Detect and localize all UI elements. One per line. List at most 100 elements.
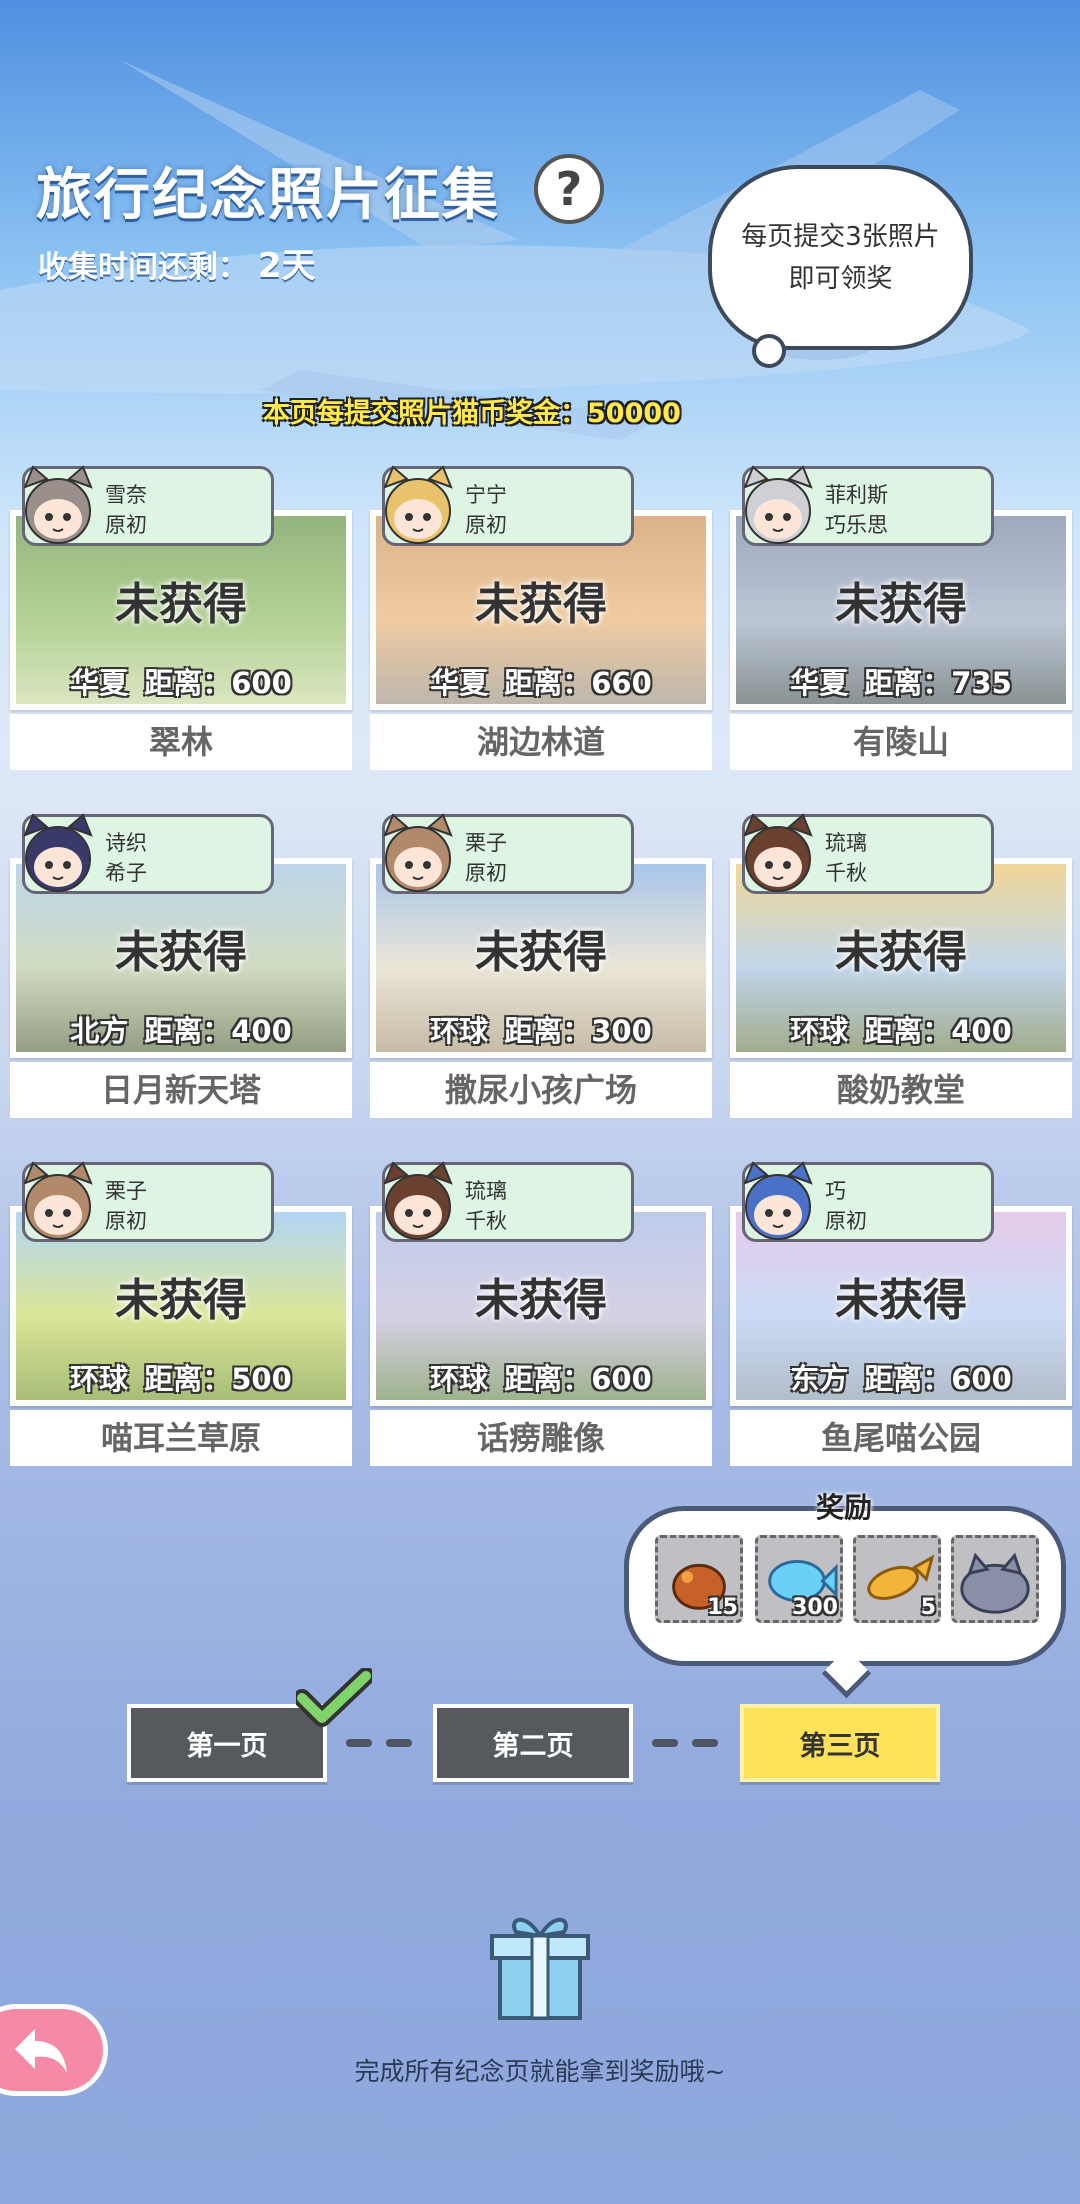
character-tag: 宁宁 原初 (382, 465, 634, 546)
photo-card[interactable]: 未获得 环球 距离：500 喵耳兰草原 栗子 原初 (10, 1161, 352, 1466)
distance-label: 距离：600 (144, 666, 292, 700)
distance-label: 距离：600 (864, 1362, 1012, 1396)
hint-line-2: 即可领奖 (788, 263, 893, 294)
character-avatar (23, 813, 93, 892)
photo-card[interactable]: 未获得 华夏 距离：735 有陵山 菲利斯 巧乐思 (730, 465, 1072, 770)
distance-info: 北方 距离：400 (16, 1008, 346, 1050)
character-tag: 诗织 希子 (22, 813, 274, 894)
character-tag: 菲利斯 巧乐思 (742, 465, 994, 546)
region-label: 东方 (790, 1362, 849, 1396)
distance-info: 环球 距离：600 (376, 1356, 706, 1398)
distance-info: 环球 距离：500 (16, 1356, 346, 1398)
photo-card[interactable]: 未获得 东方 距离：600 鱼尾喵公园 巧 原初 (730, 1161, 1072, 1466)
page-divider (692, 1739, 718, 1747)
status-label: 未获得 (115, 927, 247, 978)
character-outfit: 原初 (105, 513, 147, 537)
distance-info: 华夏 距离：735 (736, 660, 1066, 702)
photo-card[interactable]: 未获得 环球 距离：300 撒尿小孩广场 栗子 原初 (370, 813, 712, 1118)
reward-count: 15 (707, 1595, 738, 1620)
character-tag: 雪奈 原初 (22, 465, 274, 546)
place-name: 鱼尾喵公园 (730, 1410, 1072, 1466)
distance-info: 环球 距离：300 (376, 1008, 706, 1050)
region-label: 环球 (790, 1014, 849, 1048)
distance-label: 距离：400 (864, 1014, 1012, 1048)
place-name: 撒尿小孩广场 (370, 1062, 712, 1118)
character-name: 巧 (825, 1179, 846, 1203)
page-divider (652, 1739, 678, 1747)
page-divider (346, 1739, 372, 1747)
character-name: 栗子 (465, 831, 507, 855)
gift-icon[interactable] (486, 1912, 594, 2022)
character-avatar (23, 465, 93, 544)
reward-item[interactable]: 5 (853, 1535, 941, 1623)
check-icon (296, 1668, 372, 1727)
region-label: 华夏 (790, 666, 849, 700)
page-3-button[interactable]: 第三页 (740, 1704, 940, 1782)
status-label: 未获得 (475, 579, 607, 630)
character-outfit: 原初 (825, 1209, 867, 1233)
character-name: 栗子 (105, 1179, 147, 1203)
character-tag: 琉璃 千秋 (382, 1161, 634, 1242)
hint-line-1: 每页提交3张照片 (741, 221, 940, 252)
region-label: 华夏 (70, 666, 129, 700)
character-outfit: 原初 (465, 861, 507, 885)
character-avatar (383, 465, 453, 544)
back-button[interactable] (0, 2004, 108, 2096)
character-name: 菲利斯 (825, 483, 888, 507)
place-name: 湖边林道 (370, 714, 712, 770)
status-label: 未获得 (475, 927, 607, 978)
page-reward-note: 本页每提交照片猫币奖金：50000 (263, 398, 681, 429)
question-icon: ? (555, 162, 583, 216)
character-avatar (383, 813, 453, 892)
character-outfit: 千秋 (465, 1209, 507, 1233)
distance-label: 距离：600 (504, 1362, 652, 1396)
distance-label: 距离：400 (144, 1014, 292, 1048)
page-2-button[interactable]: 第二页 (433, 1704, 633, 1782)
reward-title: 奖励 (816, 1491, 873, 1524)
cat-cushion-icon (960, 1552, 1030, 1614)
character-name: 宁宁 (465, 483, 507, 507)
status-label: 未获得 (835, 1275, 967, 1326)
timer-label: 收集时间还剩： (38, 250, 248, 285)
distance-label: 距离：300 (504, 1014, 652, 1048)
help-button[interactable]: ? (534, 154, 604, 224)
status-label: 未获得 (115, 579, 247, 630)
region-label: 华夏 (430, 666, 489, 700)
place-name: 日月新天塔 (10, 1062, 352, 1118)
character-name: 琉璃 (465, 1179, 507, 1203)
character-outfit: 希子 (105, 861, 147, 885)
status-label: 未获得 (115, 1275, 247, 1326)
region-label: 环球 (70, 1362, 129, 1396)
place-name: 酸奶教堂 (730, 1062, 1072, 1118)
hint-bubble: 每页提交3张照片 即可领奖 (708, 165, 973, 368)
region-label: 环球 (430, 1362, 489, 1396)
photo-card[interactable]: 未获得 华夏 距离：600 翠林 雪奈 原初 (10, 465, 352, 770)
photo-card[interactable]: 未获得 环球 距离：400 酸奶教堂 琉璃 千秋 (730, 813, 1072, 1118)
place-name: 喵耳兰草原 (10, 1410, 352, 1466)
distance-info: 环球 距离：400 (736, 1008, 1066, 1050)
character-tag: 栗子 原初 (22, 1161, 274, 1242)
character-name: 琉璃 (825, 831, 867, 855)
completion-hint: 完成所有纪念页就能拿到奖励哦~ (354, 2057, 726, 2086)
photo-card[interactable]: 未获得 华夏 距离：660 湖边林道 宁宁 原初 (370, 465, 712, 770)
page-divider (386, 1739, 412, 1747)
status-label: 未获得 (835, 927, 967, 978)
reward-count: 5 (920, 1595, 936, 1620)
place-name: 话痨雕像 (370, 1410, 712, 1466)
photo-card[interactable]: 未获得 环球 距离：600 话痨雕像 琉璃 千秋 (370, 1161, 712, 1466)
reward-item[interactable] (951, 1535, 1039, 1623)
reward-item[interactable]: 300 (755, 1535, 843, 1623)
distance-info: 华夏 距离：660 (376, 660, 706, 702)
status-label: 未获得 (475, 1275, 607, 1326)
distance-label: 距离：660 (504, 666, 652, 700)
distance-label: 距离：735 (864, 666, 1012, 700)
region-label: 北方 (70, 1014, 129, 1048)
back-arrow-icon (15, 2029, 67, 2073)
region-label: 环球 (430, 1014, 489, 1048)
reward-item[interactable]: 15 (655, 1535, 743, 1623)
photo-card[interactable]: 未获得 北方 距离：400 日月新天塔 诗织 希子 (10, 813, 352, 1118)
reward-count: 300 (792, 1595, 838, 1620)
distance-info: 华夏 距离：600 (16, 660, 346, 702)
character-name: 雪奈 (105, 483, 147, 507)
character-avatar (743, 813, 813, 892)
